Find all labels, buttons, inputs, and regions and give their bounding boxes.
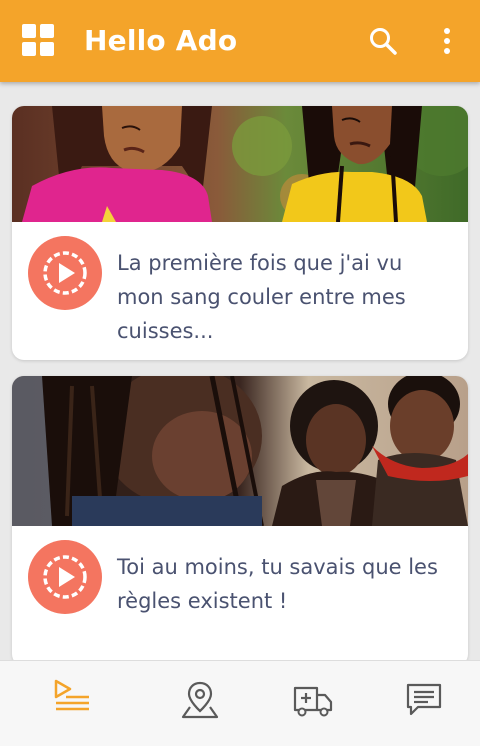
video-card[interactable]: Toi au moins, tu savais que les règles e… bbox=[12, 376, 468, 660]
ambulance-icon[interactable] bbox=[293, 679, 333, 719]
more-vert-icon[interactable] bbox=[436, 26, 458, 56]
app-bar: Hello Ado bbox=[0, 0, 480, 82]
video-thumbnail[interactable] bbox=[12, 376, 468, 526]
app-title: Hello Ado bbox=[84, 24, 238, 57]
video-feed: La première fois que j'ai vu mon sang co… bbox=[0, 82, 480, 660]
video-thumbnail[interactable] bbox=[12, 106, 468, 222]
grid-menu-icon[interactable] bbox=[22, 24, 54, 56]
video-card[interactable]: La première fois que j'ai vu mon sang co… bbox=[12, 106, 468, 360]
play-circle-icon[interactable] bbox=[28, 540, 102, 614]
chat-icon[interactable] bbox=[404, 679, 444, 719]
map-pin-icon[interactable] bbox=[180, 679, 220, 719]
bottom-navigation bbox=[0, 660, 480, 746]
video-list-icon[interactable] bbox=[52, 679, 92, 719]
video-title: La première fois que j'ai vu mon sang co… bbox=[117, 251, 406, 343]
search-icon[interactable] bbox=[368, 26, 398, 56]
video-title: Toi au moins, tu savais que les règles e… bbox=[117, 555, 438, 613]
play-circle-icon[interactable] bbox=[28, 236, 102, 310]
